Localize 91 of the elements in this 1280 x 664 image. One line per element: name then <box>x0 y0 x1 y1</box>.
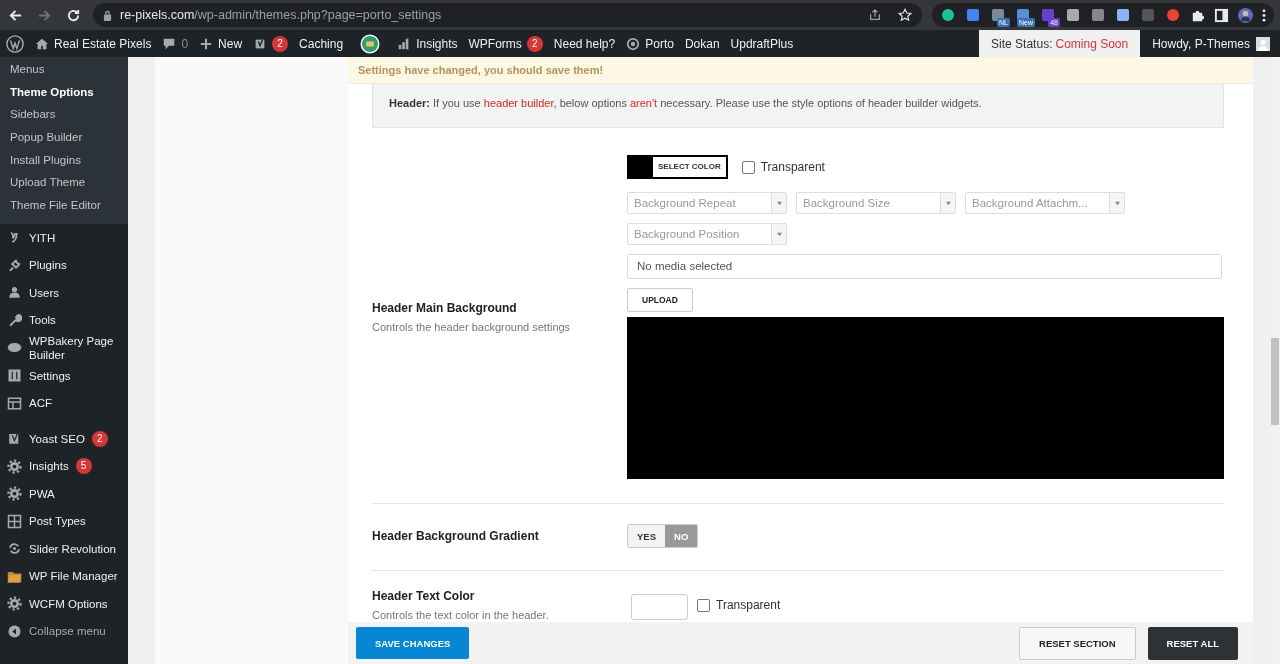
info-message: Header: If you use header builder, below options aren't necessary. Please use the style options of header builder widgets. <box>372 84 1224 128</box>
gear-icon[interactable] <box>7 486 22 502</box>
checkbox[interactable] <box>697 598 710 612</box>
share-icon[interactable] <box>868 8 882 22</box>
color-swatch[interactable] <box>631 593 688 620</box>
more-icon[interactable] <box>1262 7 1266 23</box>
wrench-icon[interactable] <box>7 312 22 328</box>
circle-logo-icon[interactable] <box>360 33 381 54</box>
menu-item[interactable]: Tools <box>29 313 56 328</box>
home-icon[interactable] <box>35 36 49 51</box>
checkbox-label[interactable]: Transparent <box>716 598 781 612</box>
checkbox[interactable] <box>741 160 755 174</box>
toggle-option[interactable]: YES <box>628 525 665 547</box>
admin-bar-link[interactable]: WPForms <box>468 36 522 51</box>
menu-item[interactable]: PWA <box>29 486 55 501</box>
star-icon[interactable] <box>898 8 912 22</box>
field-title: Header Background Gradient <box>372 529 540 543</box>
dropdown-arrow-icon[interactable] <box>775 231 783 237</box>
admin-bar-link[interactable]: New <box>218 36 243 51</box>
lock-icon <box>103 9 112 21</box>
checkbox-label[interactable]: Transparent <box>760 160 825 174</box>
menu-item[interactable]: Insights <box>29 459 69 474</box>
dropdown-arrow-icon[interactable] <box>944 200 952 206</box>
submenu-item[interactable]: Sidebars <box>0 104 128 128</box>
table-icon[interactable] <box>7 395 22 411</box>
menu-item[interactable]: WPBakery Page Builder <box>29 333 121 362</box>
color-picker[interactable]: SELECT COLOR <box>627 155 728 179</box>
field-title: Header Main Background <box>372 301 518 315</box>
media-url-field[interactable]: No media selected <box>627 254 1222 279</box>
upload-button[interactable]: UPLOAD <box>627 288 693 312</box>
admin-bar-link[interactable]: 0 <box>181 36 189 51</box>
comment-icon[interactable] <box>162 36 177 51</box>
field-description: Controls the text color in the header. <box>372 609 550 621</box>
reset-all-button[interactable]: RESET ALL <box>1147 626 1238 660</box>
gear-icon[interactable] <box>7 458 22 474</box>
save-changes-button[interactable]: SAVE CHANGES <box>356 627 470 659</box>
dropdown-arrow-icon[interactable] <box>1113 200 1121 206</box>
menu-item[interactable]: Plugins <box>29 258 67 273</box>
sidebar-icon[interactable] <box>1214 7 1229 23</box>
plug-icon[interactable] <box>7 257 22 273</box>
avatar-icon[interactable] <box>1238 7 1253 23</box>
user-greeting[interactable]: Howdy, P-Themes <box>1140 36 1256 51</box>
target-icon[interactable] <box>626 36 641 51</box>
address-bar[interactable]: re-pixels.com/wp-admin/themes.php?page=porto_settings <box>93 3 922 27</box>
menu-item[interactable]: Slider Revolution <box>29 541 116 556</box>
count-badge: 2 <box>91 430 108 447</box>
menu-item[interactable]: WCFM Options <box>29 596 108 611</box>
menu-item[interactable]: ACF <box>29 396 52 411</box>
admin-bar-link[interactable]: Real Estate Pixels <box>54 36 152 51</box>
forward-icon[interactable] <box>37 7 52 23</box>
grid-icon[interactable] <box>7 513 22 529</box>
count-badge: 2 <box>526 35 543 52</box>
menu-item[interactable]: WP File Manager <box>29 569 118 584</box>
menu-item[interactable]: Yoast SEO <box>29 431 85 446</box>
reset-section-button[interactable]: RESET SECTION <box>1019 626 1136 660</box>
admin-bar-link[interactable]: Caching <box>299 36 344 51</box>
submenu-item[interactable]: Popup Builder <box>0 127 128 150</box>
admin-bar-link[interactable]: UpdraftPlus <box>730 36 794 51</box>
menu-item[interactable]: Users <box>29 285 60 300</box>
admin-bar-link[interactable]: Insights <box>416 36 458 51</box>
dropdown-arrow-icon[interactable] <box>775 200 783 206</box>
refresh-icon[interactable] <box>7 541 22 557</box>
collapse-icon[interactable] <box>7 623 22 639</box>
sliders-icon[interactable] <box>7 368 22 384</box>
submenu-item[interactable]: Menus <box>0 59 128 82</box>
user-icon[interactable] <box>7 285 22 301</box>
submenu-item[interactable]: Theme Options <box>0 81 128 105</box>
menu-item[interactable]: Settings <box>29 368 71 383</box>
admin-bar-link[interactable]: Porto <box>645 36 674 51</box>
collapse-menu-button[interactable]: Collapse menu <box>29 624 106 639</box>
back-icon[interactable] <box>8 7 23 23</box>
site-status[interactable]: Site Status: Coming Soon <box>979 30 1141 57</box>
url-text[interactable]: re-pixels.com/wp-admin/themes.php?page=porto_settings <box>120 8 852 22</box>
wordpress-icon[interactable] <box>6 34 24 53</box>
count-badge: 2 <box>272 35 289 52</box>
count-badge: 5 <box>75 458 92 475</box>
field-description: Controls the header background settings <box>372 321 572 333</box>
gear-icon[interactable] <box>7 596 22 612</box>
field-title: Header Text Color <box>372 589 476 603</box>
menu-item[interactable]: Post Types <box>29 514 86 529</box>
admin-bar-link[interactable]: Need help? <box>553 36 616 51</box>
admin-bar-link[interactable]: Dokan <box>684 36 720 51</box>
reload-icon[interactable] <box>66 7 81 23</box>
scrollbar[interactable] <box>1269 57 1280 664</box>
submenu-item[interactable]: Install Plugins <box>0 149 128 173</box>
menu-item[interactable]: YITH <box>29 230 56 245</box>
submenu-item[interactable]: Upload Theme <box>0 172 128 196</box>
avatar-icon[interactable] <box>1256 36 1270 51</box>
plus-icon[interactable] <box>199 36 214 51</box>
submenu-item[interactable]: Theme File Editor <box>0 195 128 218</box>
unsaved-notice: Settings have changed, you should save them! <box>348 57 1253 84</box>
